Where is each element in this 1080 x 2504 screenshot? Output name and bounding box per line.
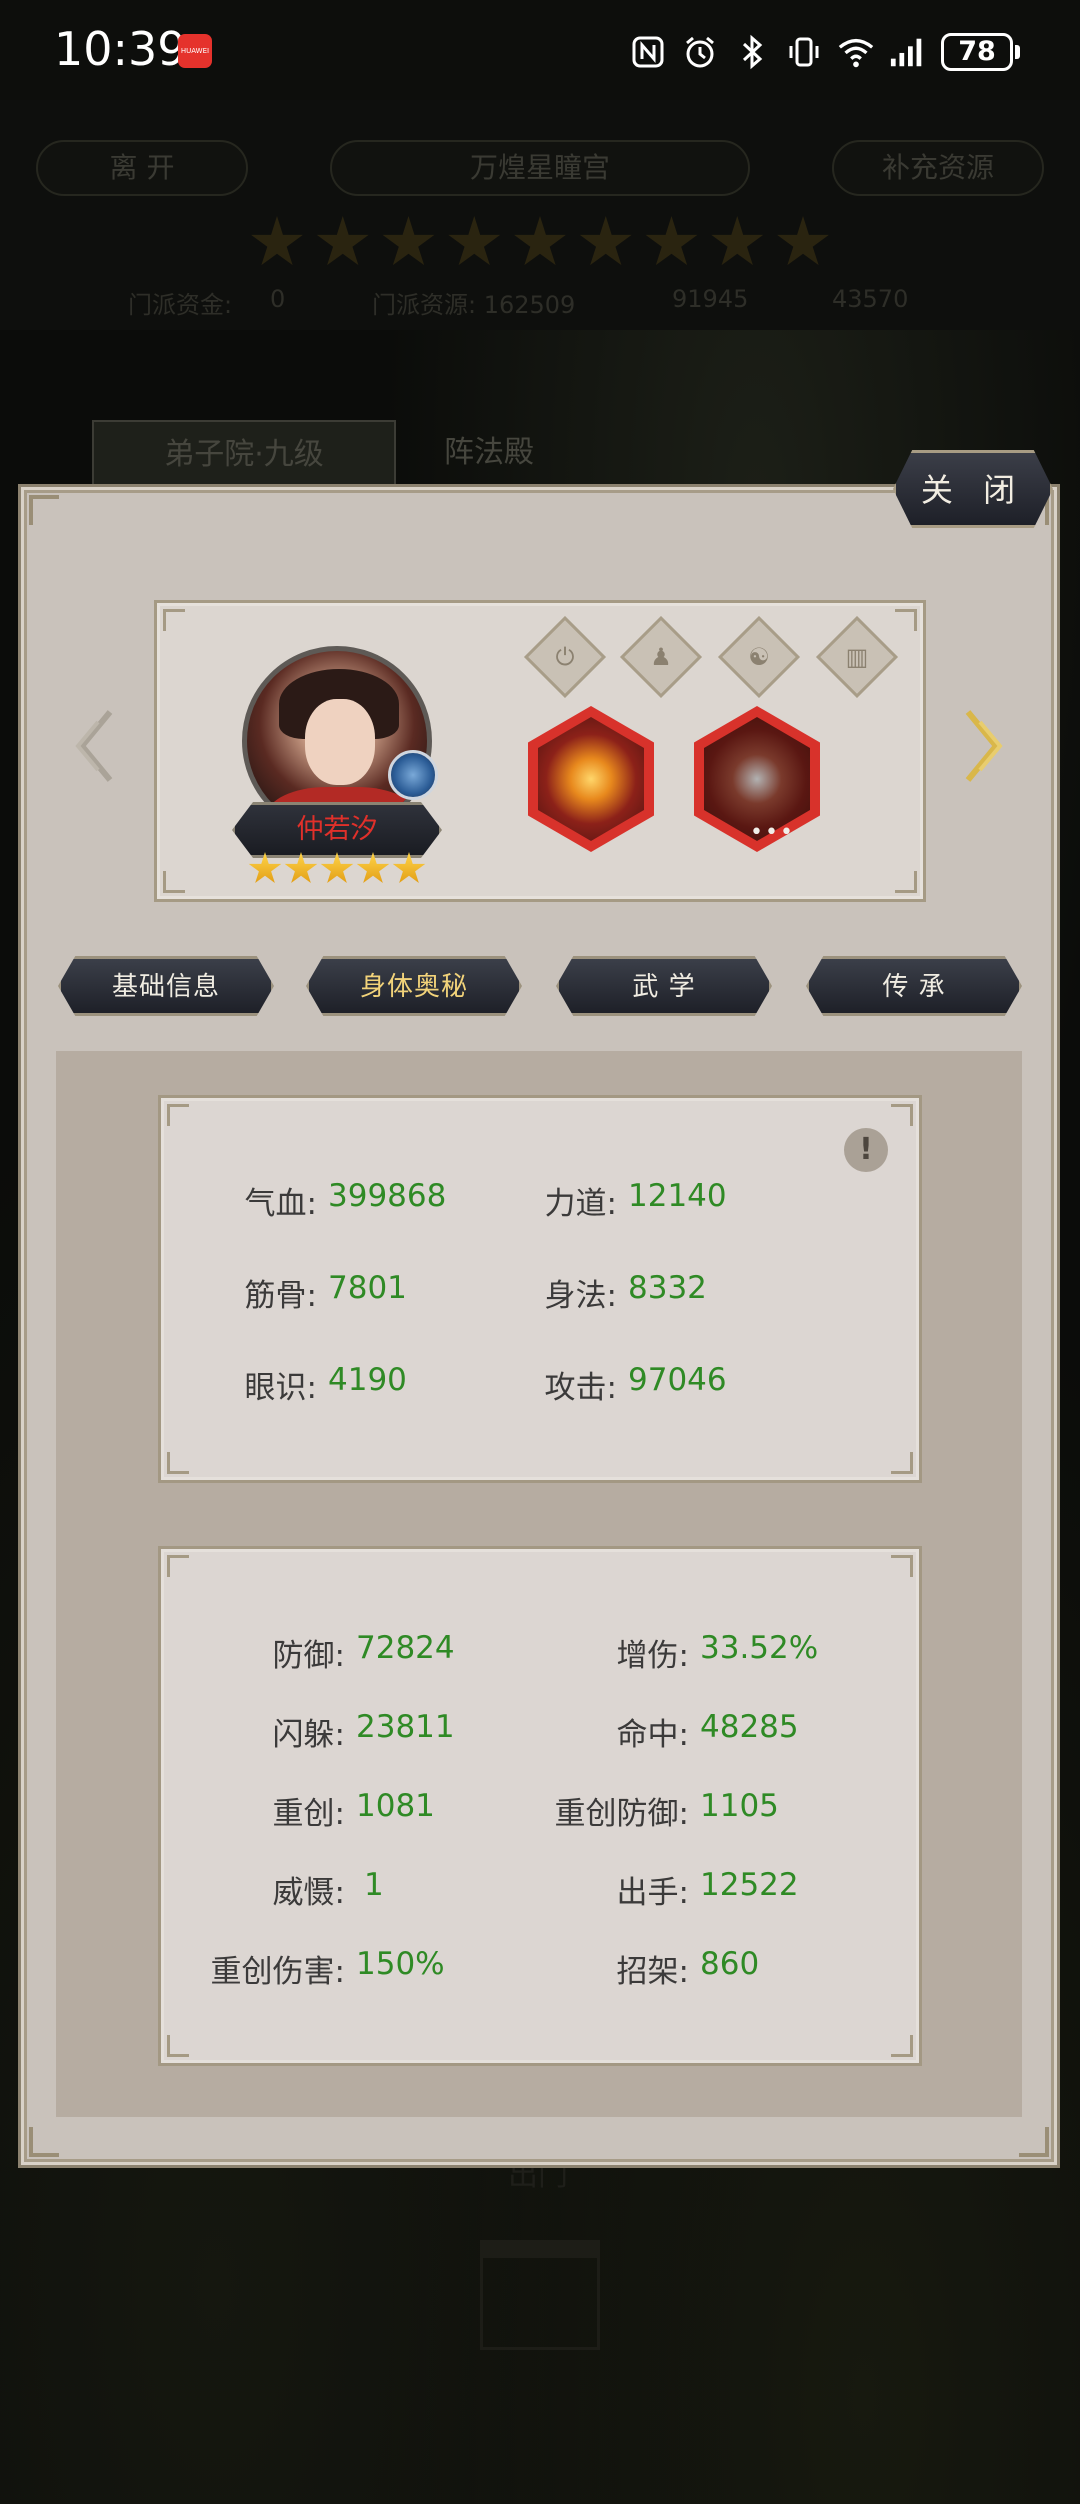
sect-resource: 门派资源: 162509 — [372, 291, 576, 319]
tab-basic-info[interactable]: 基础信息 — [58, 956, 274, 1016]
stat-value: 1105 — [700, 1788, 779, 1824]
tab-inheritance[interactable]: 传 承 — [806, 956, 1022, 1016]
resource-value-2: 91945 — [672, 285, 749, 313]
stat-label: 气血: — [244, 1186, 317, 1222]
star-icon — [392, 852, 426, 883]
stat-label: 攻击: — [544, 1370, 617, 1406]
bluetooth-icon — [733, 33, 771, 71]
wifi-icon — [837, 33, 875, 71]
background-star-icon — [448, 216, 501, 266]
stat-label: 命中: — [616, 1717, 689, 1753]
alarm-icon — [681, 33, 719, 71]
star-icon — [248, 852, 282, 883]
stat-value: 860 — [700, 1946, 760, 1982]
background-star-icon — [777, 216, 829, 266]
stat-value: 150% — [356, 1946, 445, 1982]
stat-label: 威慑: — [272, 1875, 345, 1911]
status-bar: 10:39 HUAWEI 78 — [0, 0, 1080, 100]
stat-value: 23811 — [356, 1709, 455, 1745]
stat-value: 72824 — [356, 1630, 455, 1666]
star-icon — [356, 852, 390, 883]
leave-button: 离 开 — [36, 140, 248, 196]
stat-value: 97046 — [628, 1362, 727, 1398]
stat-value: 399868 — [328, 1178, 447, 1214]
signal-icon — [889, 33, 927, 71]
stat-label: 力道: — [544, 1186, 617, 1222]
sect-funds-label: 门派资金: — [128, 291, 233, 319]
stat-value: 8332 — [628, 1270, 707, 1306]
star-icon — [320, 852, 354, 883]
previous-hero-arrow-icon[interactable] — [70, 706, 120, 786]
background-star-icon — [645, 216, 698, 266]
background-star-icon — [711, 216, 764, 266]
stat-value: 7801 — [328, 1270, 407, 1306]
star-icon — [284, 852, 318, 883]
stat-value: 12140 — [628, 1178, 727, 1214]
stat-value: 33.52% — [700, 1630, 819, 1666]
vibrate-icon — [785, 33, 823, 71]
element-badge-icon — [388, 750, 438, 800]
background-star-icon — [382, 216, 435, 266]
next-hero-arrow-icon[interactable] — [958, 706, 1008, 786]
stat-label: 出手: — [616, 1875, 689, 1911]
stat-label: 重创防御: — [554, 1796, 689, 1832]
status-time: 10:39 — [54, 22, 187, 76]
stat-label: 闪躲: — [272, 1717, 345, 1753]
info-icon[interactable]: ! — [844, 1128, 888, 1172]
stat-label: 重创伤害: — [210, 1954, 345, 1990]
app-notification-icon: HUAWEI — [178, 34, 212, 68]
background-star-icon — [316, 216, 369, 266]
stat-label: 筋骨: — [244, 1278, 317, 1314]
more-dots-icon: ••• — [750, 820, 795, 845]
nfc-icon — [629, 33, 667, 71]
background-star-icon — [579, 216, 632, 266]
stat-label: 防御: — [272, 1638, 345, 1674]
battery-level: 78 — [941, 33, 1013, 71]
hero-star-rating — [248, 852, 426, 886]
background-tab-disciple: 弟子院·九级 — [92, 420, 396, 490]
stat-value: 48285 — [700, 1709, 799, 1745]
stat-value: 4190 — [328, 1362, 407, 1398]
stat-label: 增伤: — [616, 1638, 689, 1674]
background-star-row — [250, 216, 830, 270]
stat-value: 12522 — [700, 1867, 799, 1903]
close-button[interactable]: 关 闭 — [893, 450, 1053, 528]
background-tab-formation: 阵法殿 — [444, 435, 534, 470]
stat-label: 身法: — [544, 1278, 617, 1314]
stat-label: 重创: — [272, 1796, 345, 1832]
hero-name: 仲若汐 — [232, 802, 442, 858]
stat-label: 眼识: — [244, 1370, 317, 1406]
background-star-icon — [251, 216, 303, 266]
stat-value: 1 — [364, 1867, 384, 1903]
battery-icon: 78 — [941, 33, 1020, 71]
supplement-resource-button: 补充资源 — [832, 140, 1044, 196]
sect-name: 万煌星瞳宫 — [330, 140, 750, 196]
status-icons: 78 — [629, 30, 1020, 74]
sect-funds-value: 0 — [270, 285, 286, 313]
stat-label: 招架: — [616, 1954, 689, 1990]
background-gate — [480, 2240, 600, 2350]
resource-value-3: 43570 — [832, 285, 909, 313]
background-star-icon — [514, 216, 566, 266]
tab-martial-arts[interactable]: 武 学 — [556, 956, 772, 1016]
stat-value: 1081 — [356, 1788, 435, 1824]
tab-body-secrets[interactable]: 身体奥秘 — [306, 956, 522, 1016]
